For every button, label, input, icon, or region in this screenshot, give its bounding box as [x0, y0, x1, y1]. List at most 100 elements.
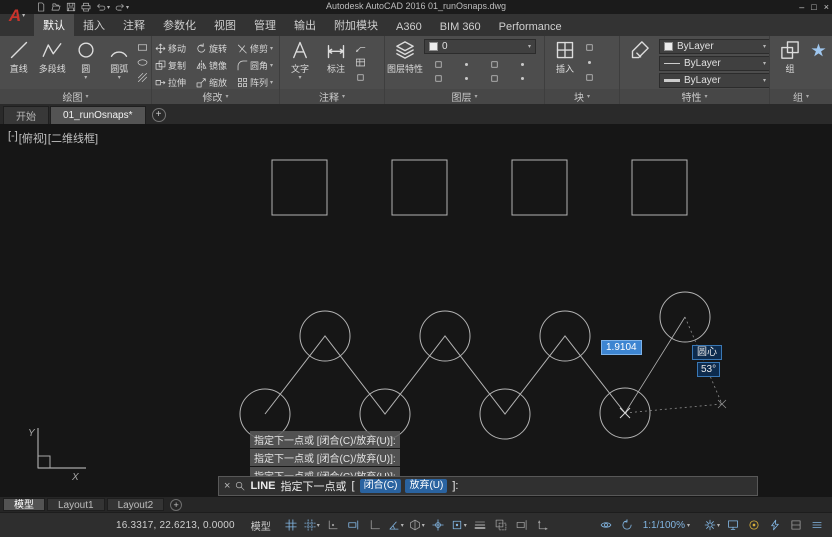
selection-cycling-toggle[interactable] — [512, 516, 532, 535]
ellipse-button[interactable] — [137, 57, 148, 68]
snap-mode-toggle[interactable]: ▾ — [302, 516, 322, 535]
drawing-area[interactable]: [-][俯视][二维线框] YX 1.9104 圆心 53° 指定下一点或 [闭… — [0, 124, 832, 497]
leader-button[interactable] — [355, 42, 366, 53]
customize-toggle[interactable] — [807, 516, 827, 535]
grid-toggle[interactable] — [281, 516, 301, 535]
layer-properties-button[interactable]: 图层特性 — [388, 37, 422, 75]
polar-tracking-toggle[interactable]: ▾ — [386, 516, 406, 535]
properties-panel-footer[interactable]: 特性▾ — [620, 89, 769, 104]
layer-walk-button[interactable] — [517, 73, 528, 84]
rotate-button[interactable]: 旋转 — [196, 40, 235, 57]
graphics-performance-toggle[interactable] — [765, 516, 785, 535]
array-button[interactable]: 阵列▾ — [237, 74, 276, 89]
command-option-1[interactable]: 放弃(U) — [405, 479, 447, 493]
layer-state-button[interactable] — [433, 73, 444, 84]
new-layout-button[interactable]: + — [170, 499, 182, 511]
file-tab-0[interactable]: 开始 — [3, 106, 49, 124]
viewport-control-0[interactable]: [-] — [8, 130, 18, 146]
infer-constraints-toggle[interactable] — [323, 516, 343, 535]
annotation-autoscale-toggle[interactable] — [617, 516, 637, 535]
new-drawing-tab-button[interactable]: + — [152, 108, 166, 122]
stretch-button[interactable]: 拉伸 — [155, 74, 194, 89]
application-menu-button[interactable]: A ▾ — [3, 0, 31, 30]
arc-button[interactable]: 圆弧▾ — [104, 37, 136, 88]
ribbon-tab-2[interactable]: 注释 — [114, 14, 154, 36]
model-space-button[interactable]: 模型 — [247, 516, 275, 535]
ribbon-tab-8[interactable]: A360 — [387, 18, 431, 36]
polyline-button[interactable]: 多段线 — [37, 37, 69, 88]
viewport-control-1[interactable]: [俯视] — [19, 130, 47, 146]
ribbon-tab-9[interactable]: BIM 360 — [431, 18, 490, 36]
lineweight-toggle[interactable] — [470, 516, 490, 535]
save-button[interactable] — [66, 2, 76, 12]
edit-block-button[interactable] — [584, 57, 595, 68]
restore-button[interactable]: □ — [811, 2, 816, 12]
dynamic-ucs-toggle[interactable] — [533, 516, 553, 535]
undo-button[interactable]: ▾ — [96, 2, 110, 12]
new-button[interactable] — [36, 2, 46, 12]
scale-button[interactable]: 缩放 — [196, 74, 235, 89]
match-properties-button[interactable] — [623, 37, 657, 60]
isometric-drafting-toggle[interactable]: ▾ — [407, 516, 427, 535]
text-button[interactable]: 文字▾ — [283, 37, 317, 88]
ribbon-tab-4[interactable]: 视图 — [205, 14, 245, 36]
ribbon-tab-0[interactable]: 默认 — [34, 14, 74, 36]
define-attribute-button[interactable] — [584, 72, 595, 83]
circle-button[interactable]: 圆▾ — [70, 37, 102, 88]
table-button[interactable] — [355, 57, 366, 68]
dim-style-button[interactable] — [355, 72, 366, 83]
trim-button[interactable]: 修剪▾ — [237, 40, 276, 57]
ribbon-tab-10[interactable]: Performance — [490, 18, 571, 36]
file-tab-1[interactable]: 01_runOsnaps* — [50, 106, 146, 124]
ribbon-tab-6[interactable]: 输出 — [285, 14, 325, 36]
layer-freeze-button[interactable] — [489, 59, 500, 70]
mirror-button[interactable]: 镜像 — [196, 57, 235, 74]
layer-isolate-button[interactable] — [461, 59, 472, 70]
isolate-objects-toggle[interactable] — [744, 516, 764, 535]
clean-screen-toggle[interactable] — [786, 516, 806, 535]
layer-prev-button[interactable] — [489, 73, 500, 84]
ortho-mode-toggle[interactable] — [365, 516, 385, 535]
group-button[interactable]: 组 — [773, 37, 807, 88]
annotation-monitor-toggle[interactable] — [723, 516, 743, 535]
layer-lock-button[interactable] — [517, 59, 528, 70]
dynamic-input-toggle[interactable] — [344, 516, 364, 535]
ribbon-tab-1[interactable]: 插入 — [74, 14, 114, 36]
cad-square[interactable] — [632, 160, 687, 215]
annotation-visibility-toggle[interactable] — [596, 516, 616, 535]
layer-off-button[interactable] — [433, 59, 444, 70]
minimize-button[interactable]: – — [799, 2, 804, 12]
command-line[interactable]: × LINE 指定下一点或 [ 闭合(C)放弃(U) ]: — [218, 476, 758, 496]
cad-polyline[interactable] — [265, 336, 625, 414]
insert-block-button[interactable]: 插入 — [548, 37, 582, 88]
layout-tab-0[interactable]: 模型 — [3, 498, 45, 511]
cad-square[interactable] — [392, 160, 447, 215]
layers-panel-footer[interactable]: 图层▾ — [385, 89, 544, 104]
cad-square[interactable] — [272, 160, 327, 215]
cad-square[interactable] — [512, 160, 567, 215]
copy-button[interactable]: 复制 — [155, 57, 194, 74]
plot-button[interactable] — [81, 2, 91, 12]
command-option-0[interactable]: 闭合(C) — [360, 479, 402, 493]
dynamic-input-field[interactable]: 1.9104 — [601, 340, 642, 355]
redo-button[interactable]: ▾ — [115, 2, 129, 12]
layout-tab-1[interactable]: Layout1 — [47, 498, 105, 511]
ucs-icon[interactable]: YX — [28, 428, 86, 483]
layer-dropdown[interactable]: 0 ▾ — [424, 39, 536, 54]
move-button[interactable]: 移动 — [155, 40, 194, 57]
block-panel-footer[interactable]: 块▾ — [545, 89, 619, 104]
command-line-close-button[interactable]: × — [224, 480, 230, 492]
ribbon-tab-7[interactable]: 附加模块 — [325, 14, 387, 36]
search-icon[interactable] — [235, 481, 245, 491]
linetype-dropdown[interactable]: ByLayer▾ — [659, 56, 769, 71]
hatch-button[interactable] — [137, 72, 148, 83]
fillet-button[interactable]: 圆角▾ — [237, 57, 276, 74]
groups-panel-footer[interactable]: 组▾ — [770, 89, 832, 104]
layer-match-button[interactable] — [461, 73, 472, 84]
object-snap-toggle[interactable]: ▾ — [449, 516, 469, 535]
close-button[interactable]: × — [824, 2, 829, 12]
dimension-button[interactable]: 标注 — [319, 37, 353, 88]
draw-panel-footer[interactable]: 绘图▾ — [0, 89, 151, 104]
lineweight-dropdown[interactable]: ByLayer▾ — [659, 73, 769, 88]
ribbon-tab-3[interactable]: 参数化 — [154, 14, 205, 36]
